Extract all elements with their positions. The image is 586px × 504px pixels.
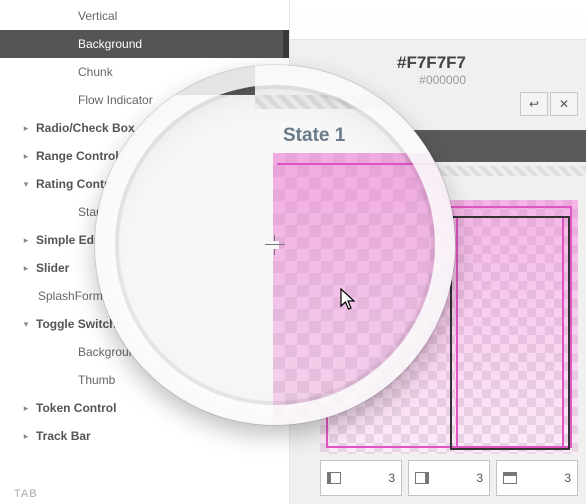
tab-footer: TAB	[14, 488, 38, 500]
margin-fields: 3 3 3	[320, 460, 578, 496]
margin-right-icon	[415, 472, 429, 484]
margin-right-value: 3	[476, 471, 483, 485]
margin-left-value: 3	[388, 471, 395, 485]
crosshair-icon	[265, 235, 285, 255]
caret-icon[interactable]: ▾	[18, 179, 34, 190]
margin-right-field[interactable]: 3	[408, 460, 490, 496]
caret-icon[interactable]: ▸	[18, 263, 34, 274]
caret-icon[interactable]: ▸	[18, 403, 34, 414]
undo-button[interactable]: ↩	[520, 92, 548, 116]
caret-icon[interactable]: ▸	[18, 235, 34, 246]
tree-item[interactable]: ▸Track Bar	[0, 422, 289, 450]
caret-icon[interactable]: ▸	[18, 431, 34, 442]
tree-item-label: Background	[78, 37, 142, 51]
tree-item-label: Vertical	[78, 9, 117, 23]
margin-top-field[interactable]: 3	[496, 460, 578, 496]
object-frame[interactable]	[450, 216, 570, 450]
margin-left-field[interactable]: 3	[320, 460, 402, 496]
tree-item-label: SplashForm	[38, 289, 103, 303]
caret-icon[interactable]: ▾	[18, 319, 34, 330]
eyedropper-loupe[interactable]: State 1	[95, 65, 455, 425]
margin-top-icon	[503, 472, 517, 484]
toolbar-right: ↩ ✕	[520, 92, 578, 116]
caret-icon[interactable]: ▸	[18, 151, 34, 162]
caret-icon[interactable]: ▸	[18, 123, 34, 134]
margin-top-value: 3	[564, 471, 571, 485]
top-strip	[290, 12, 586, 40]
tree-item-label: Slider	[36, 261, 69, 275]
tree-item-label: Track Bar	[36, 429, 91, 443]
close-button[interactable]: ✕	[550, 92, 578, 116]
margin-left-icon	[327, 472, 341, 484]
tree-item[interactable]: Background	[0, 30, 289, 58]
tree-item[interactable]: Vertical	[0, 2, 289, 30]
